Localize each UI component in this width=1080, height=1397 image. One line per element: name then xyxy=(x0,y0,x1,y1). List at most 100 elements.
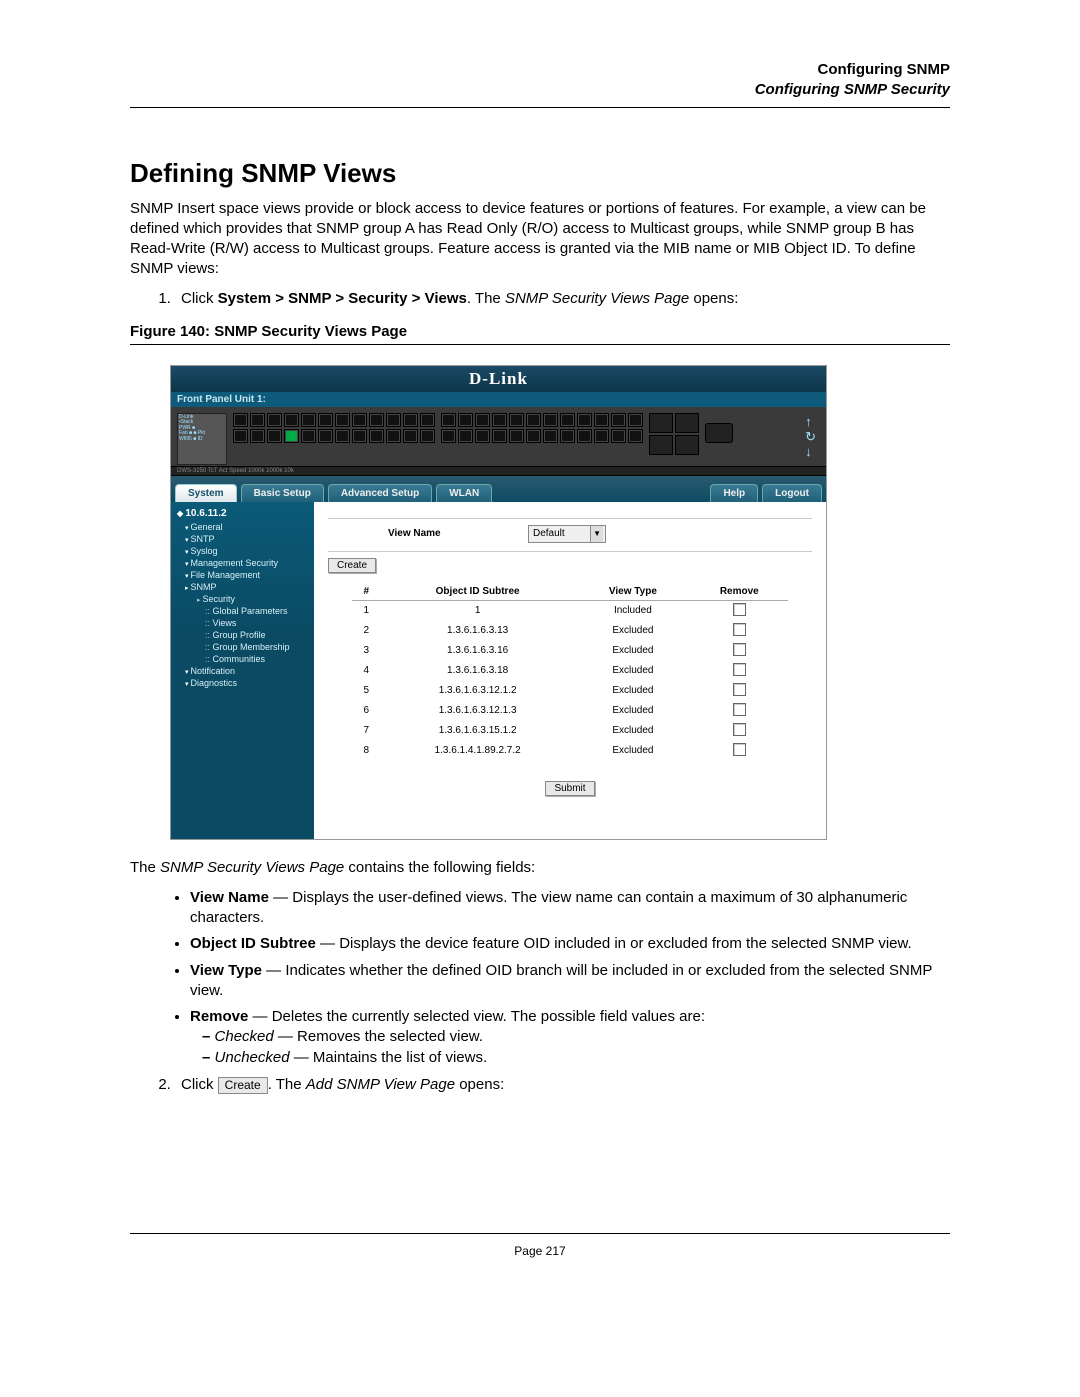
tab-row: System Basic Setup Advanced Setup WLAN H… xyxy=(171,476,826,502)
sidebar-sub-global-params[interactable]: Global Parameters xyxy=(171,605,314,617)
cell-type: Excluded xyxy=(575,721,691,741)
field-view-type: View Type — Indicates whether the define… xyxy=(190,961,950,1002)
sidebar-sub-communities[interactable]: Communities xyxy=(171,653,314,665)
sidebar-sub-views[interactable]: Views xyxy=(171,617,314,629)
cell-oid: 1.3.6.1.6.3.16 xyxy=(380,641,575,661)
port-block-2 xyxy=(441,413,643,460)
cell-type: Excluded xyxy=(575,641,691,661)
sidebar-item-snmp[interactable]: SNMP xyxy=(171,581,314,593)
col-type: View Type xyxy=(575,583,691,601)
cell-num: 7 xyxy=(352,721,380,741)
table-row: 61.3.6.1.6.3.12.1.3Excluded xyxy=(352,701,788,721)
serial-block xyxy=(705,413,733,460)
remove-checkbox[interactable] xyxy=(733,623,746,636)
sidebar-item-syslog[interactable]: Syslog xyxy=(171,545,314,557)
remove-checkbox[interactable] xyxy=(733,643,746,656)
nav-sidebar: 10.6.11.2 General SNTP Syslog Management… xyxy=(171,502,314,839)
sidebar-item-file-mgmt[interactable]: File Management xyxy=(171,569,314,581)
sidebar-item-mgmt-security[interactable]: Management Security xyxy=(171,557,314,569)
cell-oid: 1.3.6.1.6.3.18 xyxy=(380,661,575,681)
remove-checkbox[interactable] xyxy=(733,663,746,676)
sidebar-item-general[interactable]: General xyxy=(171,521,314,533)
cell-num: 6 xyxy=(352,701,380,721)
col-oid: Object ID Subtree xyxy=(380,583,575,601)
page-number: Page 217 xyxy=(514,1244,565,1258)
port-block-1 xyxy=(233,413,435,460)
table-row: 81.3.6.1.4.1.89.2.7.2Excluded xyxy=(352,741,788,761)
table-row: 11Included xyxy=(352,600,788,621)
remove-unchecked: Unchecked — Maintains the list of views. xyxy=(220,1048,950,1068)
field-oid-subtree: Object ID Subtree — Displays the device … xyxy=(190,934,950,954)
sidebar-sub-group-profile[interactable]: Group Profile xyxy=(171,629,314,641)
inline-create-button: Create xyxy=(218,1077,268,1094)
content-pane: View Name Default Create # Object ID Sub… xyxy=(314,502,826,839)
cell-num: 5 xyxy=(352,681,380,701)
page-header: Configuring SNMP Configuring SNMP Securi… xyxy=(130,60,950,101)
device-status-block: D-Link •Stack PWR ■ Fan ■ ■ Pkt Wfi95 ■ … xyxy=(177,413,227,465)
remove-checkbox[interactable] xyxy=(733,603,746,616)
tab-basic-setup[interactable]: Basic Setup xyxy=(241,484,324,502)
serial-port-icon xyxy=(705,423,733,443)
sidebar-item-diagnostics[interactable]: Diagnostics xyxy=(171,677,314,689)
cell-num: 3 xyxy=(352,641,380,661)
cell-remove xyxy=(691,721,788,741)
field-descriptions: View Name — Displays the user-defined vi… xyxy=(130,888,950,1068)
viewname-select[interactable]: Default xyxy=(528,525,606,543)
cell-oid: 1.3.6.1.4.1.89.2.7.2 xyxy=(380,741,575,761)
cell-remove xyxy=(691,600,788,621)
cell-type: Excluded xyxy=(575,701,691,721)
tab-help[interactable]: Help xyxy=(710,484,758,502)
table-row: 41.3.6.1.6.3.18Excluded xyxy=(352,661,788,681)
tab-system[interactable]: System xyxy=(175,484,237,502)
col-remove: Remove xyxy=(691,583,788,601)
cell-type: Excluded xyxy=(575,661,691,681)
screenshot: D-Link Front Panel Unit 1: D-Link •Stack… xyxy=(170,365,827,840)
device-model-strip: DWS-3250 TcT Act Speed 1000k 1000k 10k xyxy=(171,467,826,476)
field-remove: Remove — Deletes the currently selected … xyxy=(190,1007,950,1068)
step-1: Click System > SNMP > Security > Views. … xyxy=(175,290,950,307)
front-panel-label: Front Panel Unit 1: xyxy=(171,392,826,407)
field-view-name: View Name — Displays the user-defined vi… xyxy=(190,888,950,929)
remove-checked: Checked — Removes the selected view. xyxy=(220,1027,950,1047)
refresh-icon: ↻ xyxy=(805,430,816,443)
uplink-icon[interactable] xyxy=(649,413,673,433)
sidebar-ip: 10.6.11.2 xyxy=(171,506,314,521)
sidebar-sub-group-membership[interactable]: Group Membership xyxy=(171,641,314,653)
cell-type: Included xyxy=(575,600,691,621)
sidebar-item-sntp[interactable]: SNTP xyxy=(171,533,314,545)
step-2: Click Create. The Add SNMP View Page ope… xyxy=(175,1076,950,1093)
sidebar-sub-security[interactable]: Security xyxy=(171,593,314,605)
sidebar-item-notification[interactable]: Notification xyxy=(171,665,314,677)
header-subtitle: Configuring SNMP Security xyxy=(130,80,950,100)
remove-checkbox[interactable] xyxy=(733,703,746,716)
table-row: 21.3.6.1.6.3.13Excluded xyxy=(352,621,788,641)
cell-num: 4 xyxy=(352,661,380,681)
device-front-panel: D-Link •Stack PWR ■ Fan ■ ■ Pkt Wfi95 ■ … xyxy=(171,407,826,467)
cell-remove xyxy=(691,741,788,761)
steps-list-2: Click Create. The Add SNMP View Page ope… xyxy=(130,1076,950,1093)
remove-checkbox[interactable] xyxy=(733,743,746,756)
cell-remove xyxy=(691,641,788,661)
arrow-up-icon: ↑ xyxy=(805,415,816,428)
steps-list: Click System > SNMP > Security > Views. … xyxy=(130,290,950,307)
submit-button[interactable]: Submit xyxy=(545,781,594,796)
cell-num: 8 xyxy=(352,741,380,761)
create-button[interactable]: Create xyxy=(328,558,376,573)
tab-wlan[interactable]: WLAN xyxy=(436,484,492,502)
intro-paragraph: SNMP Insert space views provide or block… xyxy=(130,199,950,280)
figure-caption: Figure 140: SNMP Security Views Page xyxy=(130,323,950,340)
tab-logout[interactable]: Logout xyxy=(762,484,822,502)
viewname-label: View Name xyxy=(388,528,508,539)
remove-checkbox[interactable] xyxy=(733,723,746,736)
cell-oid: 1 xyxy=(380,600,575,621)
arrow-down-icon: ↓ xyxy=(805,445,816,458)
page-footer: Page 217 xyxy=(130,1233,950,1258)
cell-oid: 1.3.6.1.6.3.12.1.3 xyxy=(380,701,575,721)
remove-checkbox[interactable] xyxy=(733,683,746,696)
port-icon[interactable] xyxy=(233,413,248,427)
tab-advanced-setup[interactable]: Advanced Setup xyxy=(328,484,432,502)
panel-nav-arrows[interactable]: ↑ ↻ ↓ xyxy=(805,413,820,460)
cell-oid: 1.3.6.1.6.3.15.1.2 xyxy=(380,721,575,741)
fields-lead: The SNMP Security Views Page contains th… xyxy=(130,858,950,878)
cell-type: Excluded xyxy=(575,681,691,701)
